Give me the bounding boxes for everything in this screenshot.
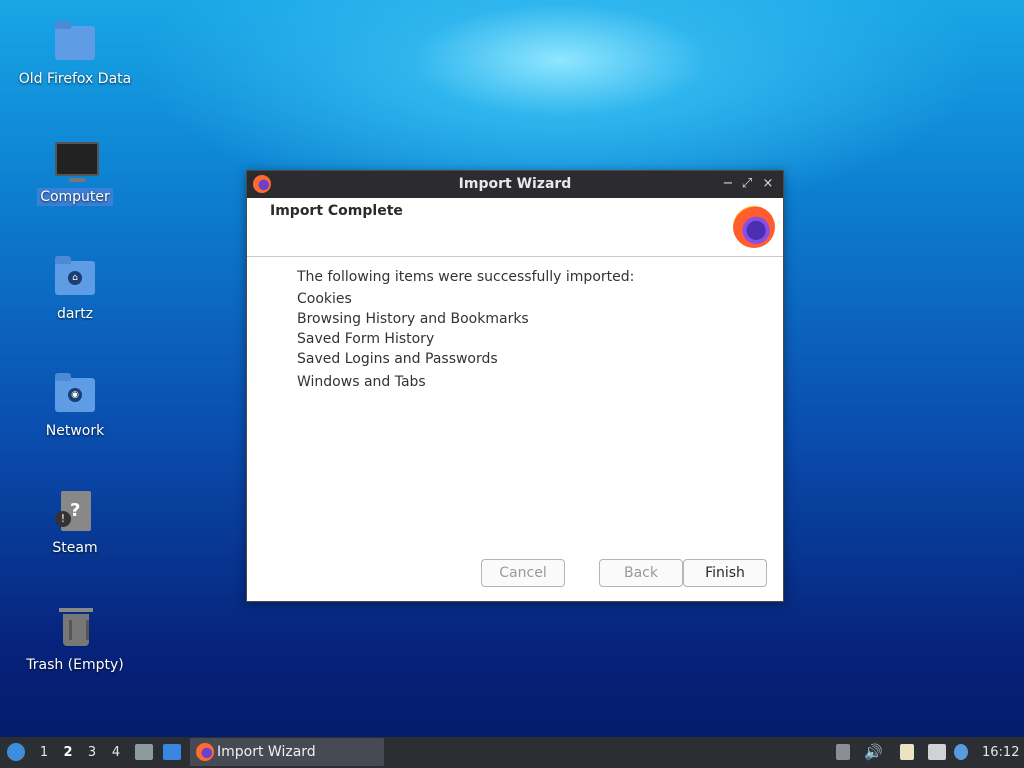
desktop-icon-trash[interactable]: Trash (Empty) <box>15 606 135 674</box>
maximize-button[interactable]: ⤢ <box>738 175 756 193</box>
desktop-icon-network[interactable]: ◉ Network <box>15 372 135 440</box>
list-item: Cookies <box>297 291 352 307</box>
volume-icon[interactable]: 🔊 <box>864 737 883 768</box>
wizard-header: Import Complete <box>247 198 783 257</box>
desktop-icon-label: Old Firefox Data <box>18 71 132 87</box>
import-wizard-dialog: Import Wizard − ⤢ × Import Complete The … <box>246 170 784 602</box>
task-label: Import Wizard <box>217 744 316 760</box>
taskbar: 1 2 3 4 Import Wizard 🔊 16:12 <box>0 737 1024 768</box>
workspace-3[interactable]: 3 <box>82 737 102 768</box>
show-desktop-icon[interactable] <box>163 744 181 760</box>
trash-icon <box>59 608 93 646</box>
desktop-icon-old-firefox-data[interactable]: Old Firefox Data <box>15 20 135 88</box>
firefox-icon <box>196 743 214 761</box>
tray-expand-icon[interactable] <box>836 744 850 760</box>
list-item: Browsing History and Bookmarks <box>297 311 529 327</box>
window-titlebar[interactable]: Import Wizard − ⤢ × <box>247 171 783 198</box>
desktop-icon-label: dartz <box>56 306 94 322</box>
intro-text: The following items were successfully im… <box>297 269 635 285</box>
folder-icon <box>55 21 95 60</box>
unknown-file-icon: ?! <box>55 491 91 531</box>
workspace-4[interactable]: 4 <box>106 737 126 768</box>
workspace-2[interactable]: 2 <box>58 737 78 768</box>
imported-items-list: The following items were successfully im… <box>297 267 634 392</box>
workspace-1[interactable]: 1 <box>34 737 54 768</box>
list-item: Windows and Tabs <box>297 374 426 390</box>
taskbar-task-import-wizard[interactable]: Import Wizard <box>190 738 384 766</box>
clipboard-icon[interactable] <box>900 744 914 760</box>
desktop-icon-home[interactable]: ⌂ dartz <box>15 255 135 323</box>
desktop-icon-steam[interactable]: ?! Steam <box>15 489 135 557</box>
clock[interactable]: 16:12 <box>982 737 1022 768</box>
list-item: Saved Logins and Passwords <box>297 351 498 367</box>
start-menu-button[interactable] <box>6 737 26 768</box>
wizard-page-title: Import Complete <box>270 203 403 219</box>
file-manager-icon[interactable] <box>135 744 153 760</box>
minimize-button[interactable]: − <box>719 175 737 193</box>
computer-icon <box>55 142 99 182</box>
notification-icon[interactable] <box>954 744 968 760</box>
list-item: Saved Form History <box>297 331 435 347</box>
desktop-icon-label: Network <box>45 423 105 439</box>
desktop-icon-label: Trash (Empty) <box>26 657 124 673</box>
finish-button[interactable]: Finish <box>683 559 767 587</box>
cancel-button[interactable]: Cancel <box>481 559 565 587</box>
close-button[interactable]: × <box>759 175 777 193</box>
desktop-icon-label: Steam <box>52 540 98 556</box>
desktop-icon-label: Computer <box>37 188 113 206</box>
window-title: Import Wizard <box>458 176 572 192</box>
desktop-icon-computer[interactable]: Computer <box>15 138 135 206</box>
network-status-icon[interactable] <box>928 744 946 760</box>
network-folder-icon: ◉ <box>55 373 95 412</box>
firefox-logo-icon <box>733 206 775 248</box>
home-folder-icon: ⌂ <box>55 256 95 295</box>
back-button[interactable]: Back <box>599 559 683 587</box>
distro-logo-icon <box>7 743 25 761</box>
